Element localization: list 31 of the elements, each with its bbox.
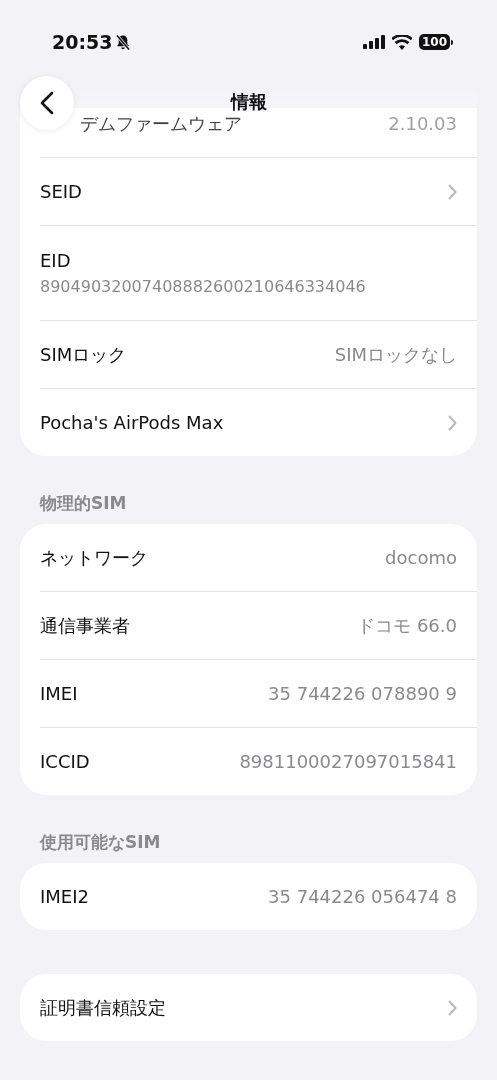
chevron-icon <box>448 183 457 200</box>
chevron-icon <box>448 414 457 431</box>
row-label: IMEI <box>40 683 78 704</box>
row-value: 35 744226 056474 8 <box>268 886 457 907</box>
chevron-icon <box>448 999 457 1016</box>
nav-title: 情報 <box>230 90 267 114</box>
row-label: 通信事業者 <box>40 613 130 638</box>
row-label: SIMロック <box>40 342 127 367</box>
status-time: 20:53 <box>52 31 113 53</box>
row-value: docomo <box>385 547 457 568</box>
battery-icon: 100 <box>418 34 453 50</box>
back-chevron-icon <box>40 91 54 115</box>
row-value: 89049032007408882600210646334046 <box>40 277 366 296</box>
row-label[interactable]: SEID <box>40 181 82 202</box>
row-value: 35 744226 078890 9 <box>268 683 457 704</box>
row-value: 8981100027097015841 <box>239 751 457 772</box>
row-label: ネットワーク <box>40 545 148 570</box>
section-header: 物理的SIM <box>38 492 128 515</box>
row-label: デムファームウェア <box>80 111 242 136</box>
row-value: ドコモ 66.0 <box>357 613 457 638</box>
row-label: IMEI2 <box>40 886 89 907</box>
back-button[interactable] <box>20 76 74 130</box>
row-label[interactable]: Pocha's AirPods Max <box>40 412 224 433</box>
wifi-icon <box>391 34 412 50</box>
row-value: 2.10.03 <box>388 113 457 134</box>
row-value: SIMロックなし <box>334 342 457 367</box>
row-label[interactable]: 証明書信頼設定 <box>40 995 166 1020</box>
section-header: 使用可能なSIM <box>39 831 162 854</box>
row-label: EID <box>40 250 71 271</box>
row-label: ICCID <box>40 751 90 772</box>
signal-icon <box>362 35 385 49</box>
